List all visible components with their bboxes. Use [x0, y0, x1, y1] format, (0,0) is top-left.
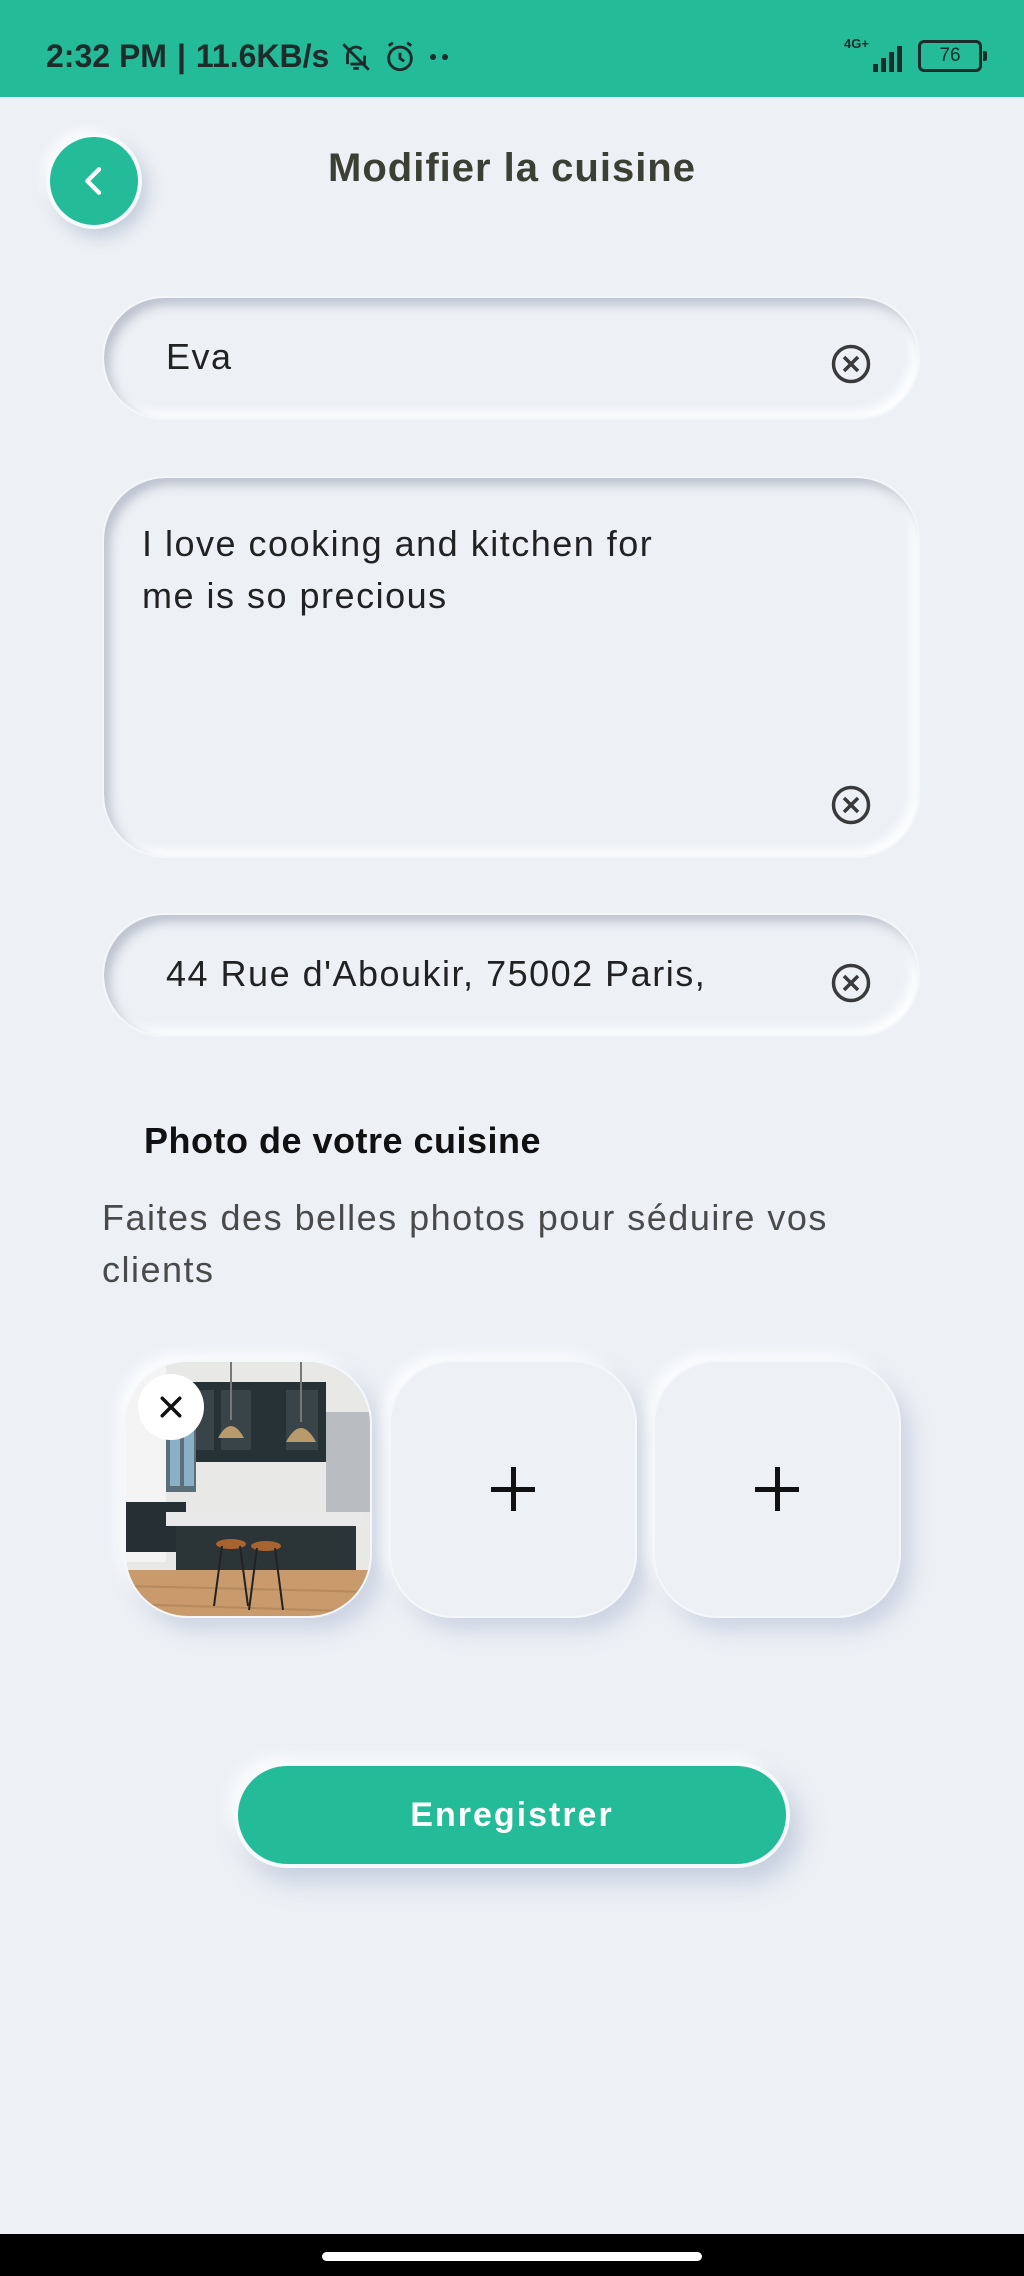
photo-slot-2[interactable]: [389, 1360, 637, 1618]
name-field[interactable]: Eva: [102, 296, 920, 420]
address-value[interactable]: 44 Rue d'Aboukir, 75002 Paris,: [166, 953, 706, 995]
clear-name-icon[interactable]: [830, 343, 872, 385]
name-value[interactable]: Eva: [166, 336, 233, 378]
clear-description-icon[interactable]: [830, 784, 872, 826]
description-field[interactable]: I love cooking and kitchen for me is so …: [102, 476, 920, 858]
page-title: Modifier la cuisine: [328, 146, 696, 190]
photo-section-title: Photo de votre cuisine: [144, 1120, 542, 1161]
home-indicator[interactable]: [322, 2252, 702, 2261]
battery-icon: 76: [918, 40, 987, 72]
status-time: 2:32 PM: [46, 38, 167, 74]
status-left: 2:32 PM | 11.6KB/s: [46, 38, 451, 75]
remove-photo-button[interactable]: [138, 1374, 204, 1440]
address-field[interactable]: 44 Rue d'Aboukir, 75002 Paris,: [102, 913, 920, 1037]
photo-slot-3[interactable]: [653, 1360, 901, 1618]
status-separator: |: [176, 38, 186, 74]
photo-slot-1[interactable]: [124, 1360, 372, 1618]
status-right: 4G+ 76: [844, 36, 987, 72]
plus-icon: [491, 1467, 535, 1511]
more-dots-icon: [430, 53, 449, 60]
save-button[interactable]: Enregistrer: [234, 1762, 790, 1868]
status-speed: 11.6KB/s: [195, 38, 330, 74]
signal-icon: 4G+: [844, 36, 902, 72]
status-bar: 2:32 PM | 11.6KB/s 4G+ 76: [0, 0, 1024, 97]
alarm-icon: [387, 41, 414, 71]
network-type: 4G+: [844, 36, 869, 51]
battery-level: 76: [939, 45, 961, 66]
navigation-bar: [0, 2234, 1024, 2276]
muted-bell-icon: [342, 42, 371, 71]
description-value[interactable]: I love cooking and kitchen for me is so …: [142, 518, 742, 622]
close-icon: [160, 1396, 182, 1418]
plus-icon: [755, 1467, 799, 1511]
clear-address-icon[interactable]: [830, 962, 872, 1004]
photo-section-hint: Faites des belles photos pour séduire vo…: [102, 1197, 828, 1290]
